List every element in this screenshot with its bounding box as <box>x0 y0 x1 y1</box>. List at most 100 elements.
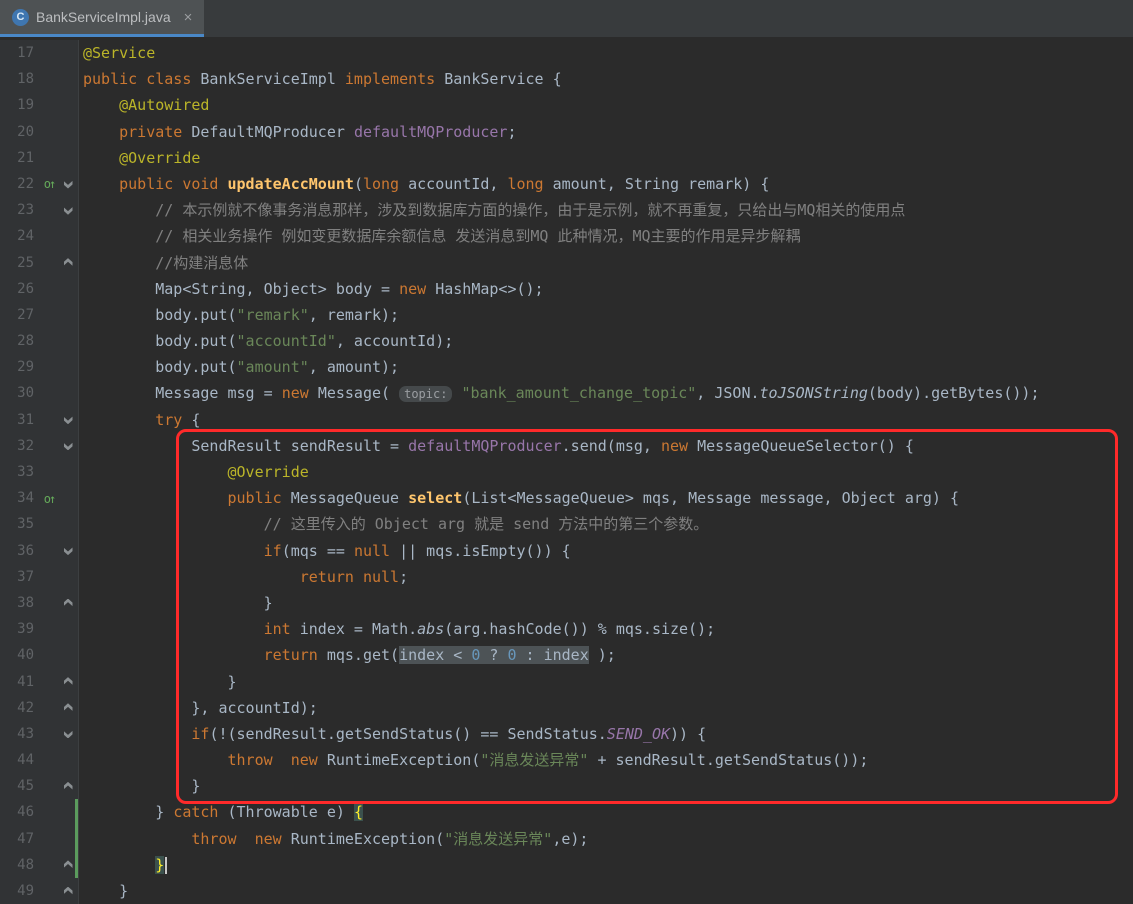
code-line[interactable]: 45 } <box>0 773 1133 799</box>
code-line[interactable]: 38 } <box>0 590 1133 616</box>
code-line[interactable]: 32 SendResult sendResult = defaultMQProd… <box>0 433 1133 459</box>
line-number[interactable]: 17 <box>0 40 38 66</box>
code-text[interactable]: public void updateAccMount(long accountI… <box>79 171 769 197</box>
fold-end-icon[interactable] <box>64 677 73 686</box>
line-number[interactable]: 33 <box>0 459 38 485</box>
code-text[interactable]: throw new RuntimeException("消息发送异常" + se… <box>79 747 868 773</box>
code-text[interactable]: } <box>79 669 237 695</box>
fold-end-icon[interactable] <box>64 258 73 267</box>
fold-end-icon[interactable] <box>64 860 73 869</box>
code-line[interactable]: 40 return mqs.get(index < 0 ? 0 : index … <box>0 642 1133 668</box>
line-number[interactable]: 24 <box>0 223 38 249</box>
tab-close-icon[interactable]: × <box>184 9 193 26</box>
line-number[interactable]: 25 <box>0 250 38 276</box>
code-text[interactable]: return null; <box>79 564 408 590</box>
line-number[interactable]: 30 <box>0 380 38 406</box>
code-text[interactable]: body.put("remark", remark); <box>79 302 399 328</box>
line-number[interactable]: 40 <box>0 642 38 668</box>
code-line[interactable]: 23 // 本示例就不像事务消息那样，涉及到数据库方面的操作，由于是示例，就不再… <box>0 197 1133 223</box>
code-line[interactable]: 49 } <box>0 878 1133 904</box>
code-text[interactable]: // 本示例就不像事务消息那样，涉及到数据库方面的操作，由于是示例，就不再重复，… <box>79 197 905 223</box>
code-text[interactable]: public MessageQueue select(List<MessageQ… <box>79 485 959 511</box>
code-editor[interactable]: 17@Service18 public class BankServiceImpl… <box>0 37 1133 904</box>
code-line[interactable]: 28 body.put("accountId", accountId); <box>0 328 1133 354</box>
code-text[interactable]: } catch (Throwable e) { <box>79 799 363 825</box>
line-number[interactable]: 36 <box>0 538 38 564</box>
code-text[interactable]: Message msg = new Message( topic: "bank_… <box>79 380 1039 407</box>
line-number[interactable]: 45 <box>0 773 38 799</box>
line-number[interactable]: 18 <box>0 66 38 92</box>
line-number[interactable]: 42 <box>0 695 38 721</box>
line-number[interactable]: 31 <box>0 407 38 433</box>
code-text[interactable]: @Autowired <box>79 92 209 118</box>
code-line[interactable]: 19 @Autowired <box>0 92 1133 118</box>
code-text[interactable]: } <box>79 773 200 799</box>
line-number[interactable]: 28 <box>0 328 38 354</box>
code-line[interactable]: 22o↑ public void updateAccMount(long acc… <box>0 171 1133 197</box>
code-text[interactable]: } <box>79 878 128 904</box>
line-number[interactable]: 20 <box>0 119 38 145</box>
fold-expanded-icon[interactable] <box>64 180 73 189</box>
code-text[interactable]: Map<String, Object> body = new HashMap<>… <box>79 276 544 302</box>
code-line[interactable]: 35 // 这里传入的 Object arg 就是 send 方法中的第三个参数… <box>0 511 1133 537</box>
line-number[interactable]: 19 <box>0 92 38 118</box>
code-text[interactable]: if(mqs == null || mqs.isEmpty()) { <box>79 538 571 564</box>
code-line[interactable]: 27 body.put("remark", remark); <box>0 302 1133 328</box>
code-line[interactable]: 46 } catch (Throwable e) { <box>0 799 1133 825</box>
code-text[interactable]: public class BankServiceImpl implements … <box>79 66 562 92</box>
line-number[interactable]: 26 <box>0 276 38 302</box>
code-line[interactable]: 47 throw new RuntimeException("消息发送异常",e… <box>0 826 1133 852</box>
code-line[interactable]: 39 int index = Math.abs(arg.hashCode()) … <box>0 616 1133 642</box>
fold-end-icon[interactable] <box>64 887 73 896</box>
line-number[interactable]: 29 <box>0 354 38 380</box>
code-line[interactable]: 33 @Override <box>0 459 1133 485</box>
code-text[interactable]: SendResult sendResult = defaultMQProduce… <box>79 433 914 459</box>
code-line[interactable]: 30 Message msg = new Message( topic: "ba… <box>0 380 1133 406</box>
code-line[interactable]: 41 } <box>0 669 1133 695</box>
code-text[interactable]: }, accountId); <box>79 695 318 721</box>
code-line[interactable]: 24 // 相关业务操作 例如变更数据库余额信息 发送消息到MQ 此种情况，MQ… <box>0 223 1133 249</box>
line-number[interactable]: 27 <box>0 302 38 328</box>
code-text[interactable]: @Override <box>79 459 309 485</box>
code-text[interactable]: @Override <box>79 145 200 171</box>
code-text[interactable]: if(!(sendResult.getSendStatus() == SendS… <box>79 721 706 747</box>
fold-end-icon[interactable] <box>64 782 73 791</box>
code-line[interactable]: 37 return null; <box>0 564 1133 590</box>
code-text[interactable]: } <box>79 590 273 616</box>
overriding-method-icon[interactable]: o↑ <box>44 492 54 506</box>
code-line[interactable]: 26 Map<String, Object> body = new HashMa… <box>0 276 1133 302</box>
code-text[interactable]: return mqs.get(index < 0 ? 0 : index ); <box>79 642 616 668</box>
code-line[interactable]: 31 try { <box>0 407 1133 433</box>
code-text[interactable]: try { <box>79 407 200 433</box>
line-number[interactable]: 32 <box>0 433 38 459</box>
code-line[interactable]: 17@Service <box>0 40 1133 66</box>
line-number[interactable]: 37 <box>0 564 38 590</box>
file-tab[interactable]: C BankServiceImpl.java × <box>0 0 204 37</box>
fold-end-icon[interactable] <box>64 703 73 712</box>
code-line[interactable]: 42 }, accountId); <box>0 695 1133 721</box>
code-line[interactable]: 36 if(mqs == null || mqs.isEmpty()) { <box>0 538 1133 564</box>
line-number[interactable]: 41 <box>0 669 38 695</box>
line-number[interactable]: 34 <box>0 485 38 511</box>
line-number[interactable]: 48 <box>0 852 38 878</box>
code-line[interactable]: 20 private DefaultMQProducer defaultMQPr… <box>0 119 1133 145</box>
code-text[interactable]: private DefaultMQProducer defaultMQProdu… <box>79 119 517 145</box>
code-text[interactable]: body.put("accountId", accountId); <box>79 328 453 354</box>
line-number[interactable]: 38 <box>0 590 38 616</box>
code-text[interactable]: body.put("amount", amount); <box>79 354 399 380</box>
fold-expanded-icon[interactable] <box>64 441 73 450</box>
code-line[interactable]: 29 body.put("amount", amount); <box>0 354 1133 380</box>
line-number[interactable]: 49 <box>0 878 38 904</box>
line-number[interactable]: 46 <box>0 799 38 825</box>
code-line[interactable]: 48 } <box>0 852 1133 878</box>
code-line[interactable]: 25 //构建消息体 <box>0 250 1133 276</box>
line-number[interactable]: 47 <box>0 826 38 852</box>
code-line[interactable]: 21 @Override <box>0 145 1133 171</box>
fold-expanded-icon[interactable] <box>64 206 73 215</box>
line-number[interactable]: 35 <box>0 511 38 537</box>
code-text[interactable]: int index = Math.abs(arg.hashCode()) % m… <box>79 616 715 642</box>
fold-end-icon[interactable] <box>64 599 73 608</box>
code-text[interactable]: //构建消息体 <box>79 250 248 276</box>
line-number[interactable]: 43 <box>0 721 38 747</box>
overriding-method-icon[interactable]: o↑ <box>44 177 54 191</box>
